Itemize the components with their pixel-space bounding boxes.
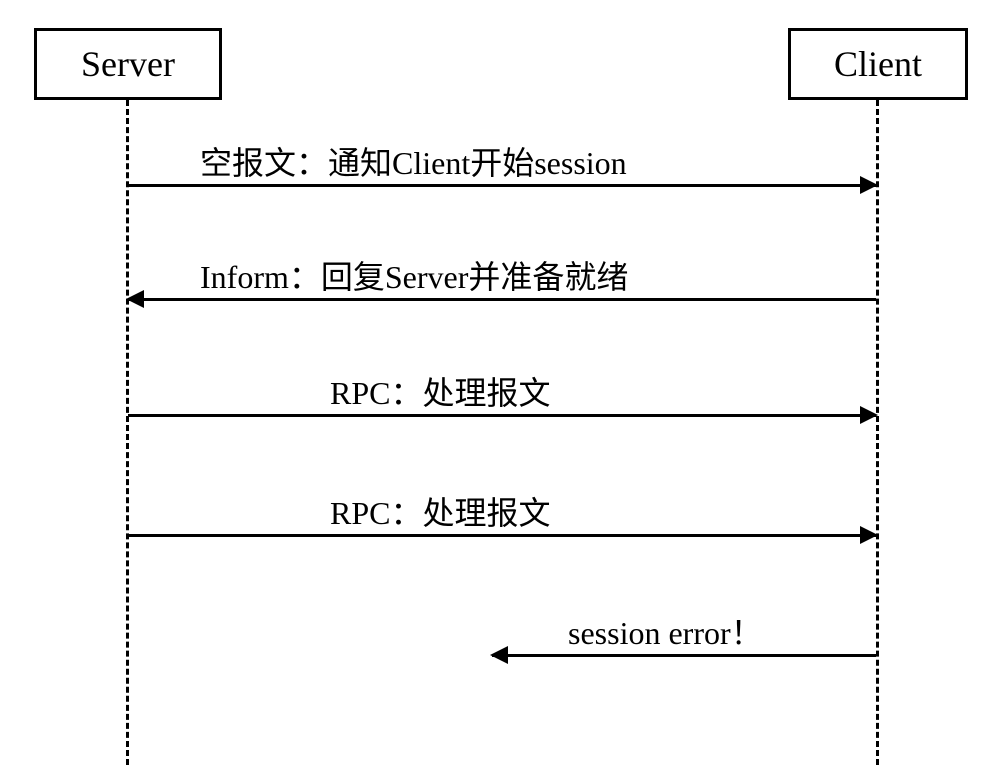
arrow-right-icon <box>128 184 876 187</box>
arrow-right-icon <box>128 534 876 537</box>
message-5-text: session error！ <box>568 608 763 654</box>
server-lifeline <box>126 100 129 765</box>
server-participant: Server <box>34 28 222 100</box>
arrow-left-icon <box>492 654 876 657</box>
arrow-left-icon <box>128 298 876 301</box>
client-participant: Client <box>788 28 968 100</box>
client-lifeline <box>876 100 879 765</box>
client-label: Client <box>834 43 922 85</box>
server-label: Server <box>81 43 175 85</box>
message-2-text: Inform：回复Server并准备就绪 <box>200 252 628 298</box>
arrow-right-icon <box>128 414 876 417</box>
message-1-text: 空报文：通知Client开始session <box>200 138 627 184</box>
message-3-text: RPC：处理报文 <box>330 368 551 414</box>
message-4-text: RPC：处理报文 <box>330 488 551 534</box>
